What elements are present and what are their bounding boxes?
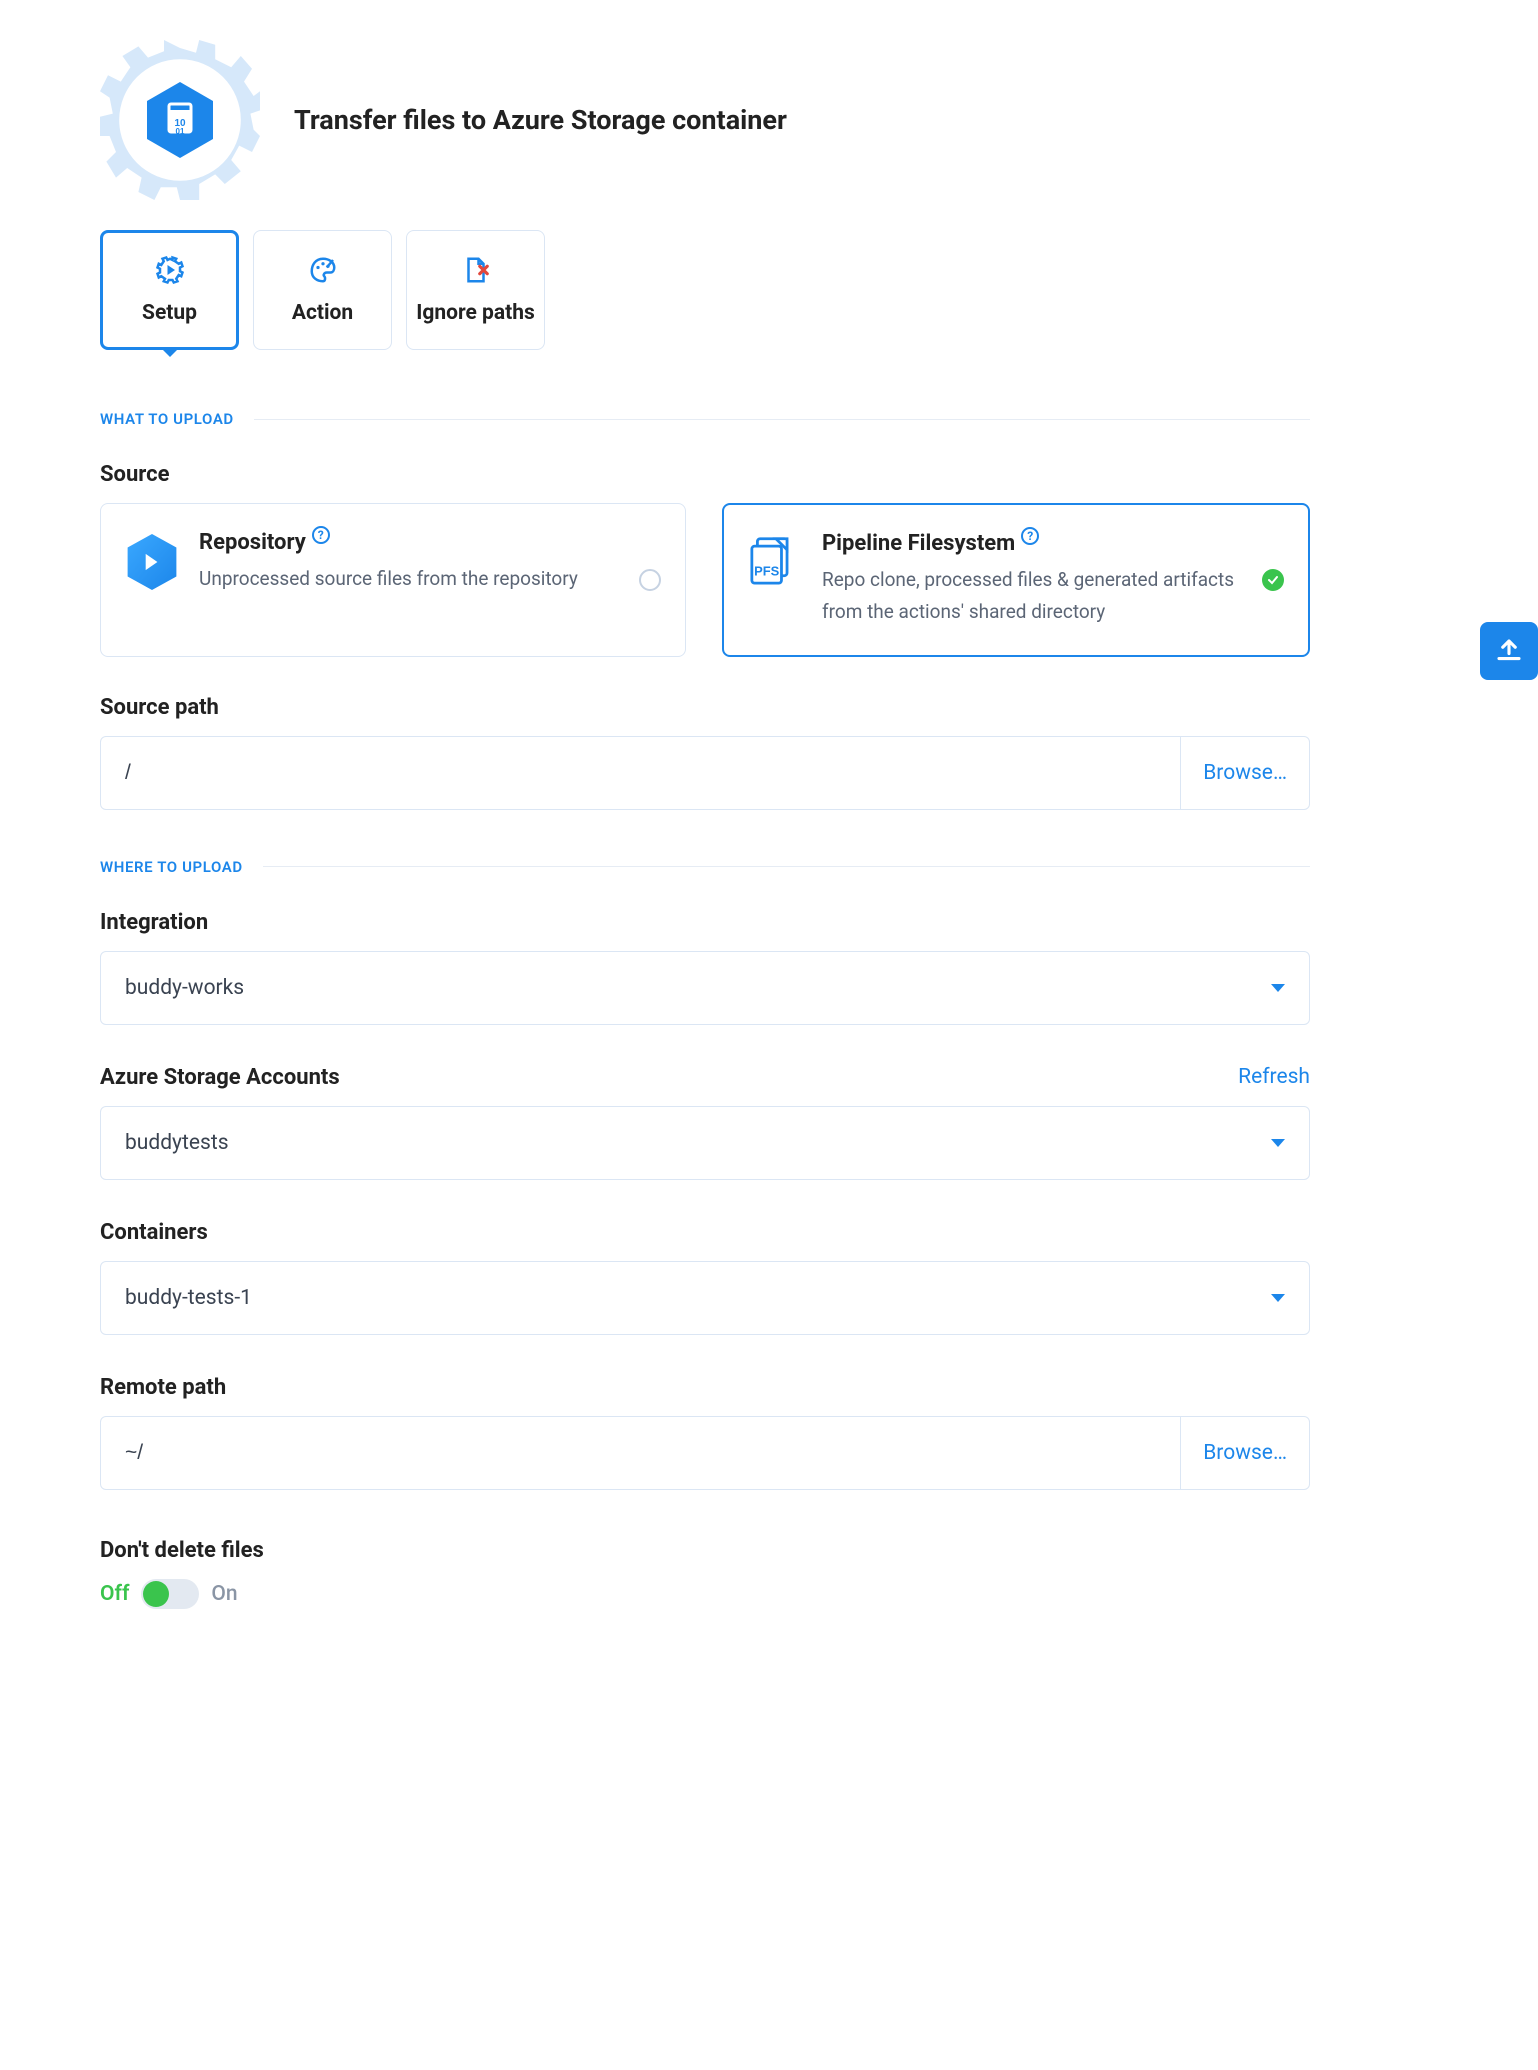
source-option-pipeline[interactable]: PFS Pipeline Filesystem ? Repo clone, pr…: [722, 503, 1310, 657]
radio-unselected: [639, 569, 661, 591]
tab-label: Setup: [142, 301, 197, 325]
integration-label: Integration: [100, 910, 1310, 935]
source-option-desc: Repo clone, processed files & generated …: [822, 564, 1242, 629]
tab-setup[interactable]: Setup: [100, 230, 239, 350]
tab-bar: Setup Action Ignore paths: [100, 230, 1310, 350]
tab-action[interactable]: Action: [253, 230, 392, 350]
remote-path-label: Remote path: [100, 1375, 1310, 1400]
file-x-icon: [461, 255, 491, 285]
check-icon: [1262, 569, 1284, 591]
svg-text:01: 01: [176, 127, 185, 136]
source-path-group: Browse…: [100, 736, 1310, 810]
pipeline-filesystem-icon: PFS: [748, 531, 802, 585]
upload-floating-button[interactable]: [1480, 622, 1538, 680]
remote-path-input[interactable]: [101, 1417, 1180, 1489]
action-badge: 10 01: [100, 40, 260, 200]
section-what-to-upload: WHAT TO UPLOAD: [100, 410, 1310, 428]
action-palette-icon: [308, 255, 338, 285]
storage-accounts-select[interactable]: buddytests: [100, 1106, 1310, 1180]
select-value: buddy-tests-1: [125, 1286, 1271, 1310]
svg-text:PFS: PFS: [754, 564, 780, 579]
tab-label: Action: [292, 301, 353, 325]
tab-ignore-paths[interactable]: Ignore paths: [406, 230, 545, 350]
help-icon[interactable]: ?: [312, 526, 330, 544]
dont-delete-toggle[interactable]: [141, 1579, 199, 1609]
refresh-link[interactable]: Refresh: [1238, 1065, 1310, 1089]
source-option-desc: Unprocessed source files from the reposi…: [199, 563, 619, 595]
chevron-down-icon: [1271, 1139, 1285, 1147]
source-path-input[interactable]: [101, 737, 1180, 809]
section-where-to-upload: WHERE TO UPLOAD: [100, 858, 1310, 876]
browse-source-button[interactable]: Browse…: [1180, 737, 1309, 809]
select-value: buddy-works: [125, 976, 1271, 1000]
page-header: 10 01 Transfer files to Azure Storage co…: [100, 40, 1310, 200]
help-icon[interactable]: ?: [1021, 527, 1039, 545]
select-value: buddytests: [125, 1131, 1271, 1155]
page-title: Transfer files to Azure Storage containe…: [294, 104, 787, 136]
integration-select[interactable]: buddy-works: [100, 951, 1310, 1025]
containers-select[interactable]: buddy-tests-1: [100, 1261, 1310, 1335]
toggle-on-label: On: [211, 1582, 237, 1606]
setup-gear-play-icon: [155, 255, 185, 285]
source-label: Source: [100, 462, 1310, 487]
tab-label: Ignore paths: [416, 301, 535, 325]
browse-remote-button[interactable]: Browse…: [1180, 1417, 1309, 1489]
source-option-title: Pipeline Filesystem: [822, 531, 1015, 556]
upload-icon: [1494, 636, 1524, 666]
azure-hex-icon: 10 01: [147, 82, 213, 158]
source-option-title: Repository: [199, 530, 306, 555]
source-option-repository[interactable]: Repository ? Unprocessed source files fr…: [100, 503, 686, 657]
toggle-off-label: Off: [100, 1582, 129, 1606]
dont-delete-toggle-row: Off On: [100, 1579, 1310, 1609]
chevron-down-icon: [1271, 1294, 1285, 1302]
storage-accounts-label: Azure Storage Accounts Refresh: [100, 1065, 1310, 1090]
containers-label: Containers: [100, 1220, 1310, 1245]
source-path-label: Source path: [100, 695, 1310, 720]
repository-icon: [125, 530, 179, 590]
remote-path-group: Browse…: [100, 1416, 1310, 1490]
dont-delete-label: Don't delete files: [100, 1538, 1310, 1563]
chevron-down-icon: [1271, 984, 1285, 992]
